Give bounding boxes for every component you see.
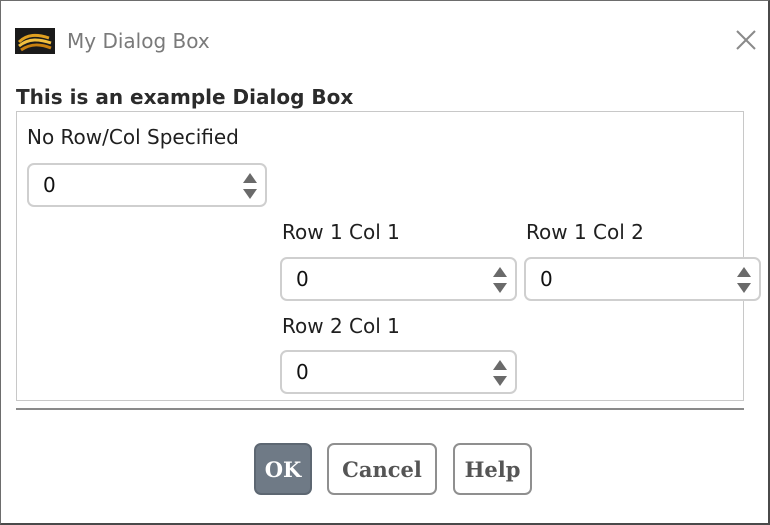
window-title: My Dialog Box — [67, 29, 210, 53]
ok-button[interactable]: OK — [254, 443, 312, 495]
spinner-value[interactable]: 0 — [540, 267, 553, 291]
title-bar: My Dialog Box — [1, 1, 768, 81]
field-label-no-row-col: No Row/Col Specified — [27, 125, 239, 149]
spinner-value[interactable]: 0 — [43, 173, 56, 197]
cancel-button[interactable]: Cancel — [327, 443, 437, 495]
field-label-row1-col1: Row 1 Col 1 — [282, 220, 400, 244]
spin-arrows-icon[interactable] — [736, 265, 752, 295]
spinner-row1-col1[interactable]: 0 — [280, 257, 517, 301]
spinner-row1-col2[interactable]: 0 — [524, 257, 761, 301]
spin-arrows-icon[interactable] — [492, 265, 508, 295]
divider — [16, 408, 744, 410]
spinner-row2-col1[interactable]: 0 — [280, 350, 517, 394]
dialog-window: My Dialog Box This is an example Dialog … — [0, 0, 770, 525]
close-icon[interactable] — [729, 23, 763, 57]
field-label-row2-col1: Row 2 Col 1 — [282, 314, 400, 338]
field-label-row1-col2: Row 1 Col 2 — [526, 220, 644, 244]
group-header: This is an example Dialog Box — [16, 85, 354, 109]
spinner-no-row-col[interactable]: 0 — [27, 163, 267, 207]
help-button[interactable]: Help — [453, 443, 532, 495]
spin-arrows-icon[interactable] — [492, 358, 508, 388]
spinner-value[interactable]: 0 — [296, 267, 309, 291]
app-logo-icon — [15, 28, 55, 54]
spinner-value[interactable]: 0 — [296, 360, 309, 384]
spin-arrows-icon[interactable] — [242, 171, 258, 201]
